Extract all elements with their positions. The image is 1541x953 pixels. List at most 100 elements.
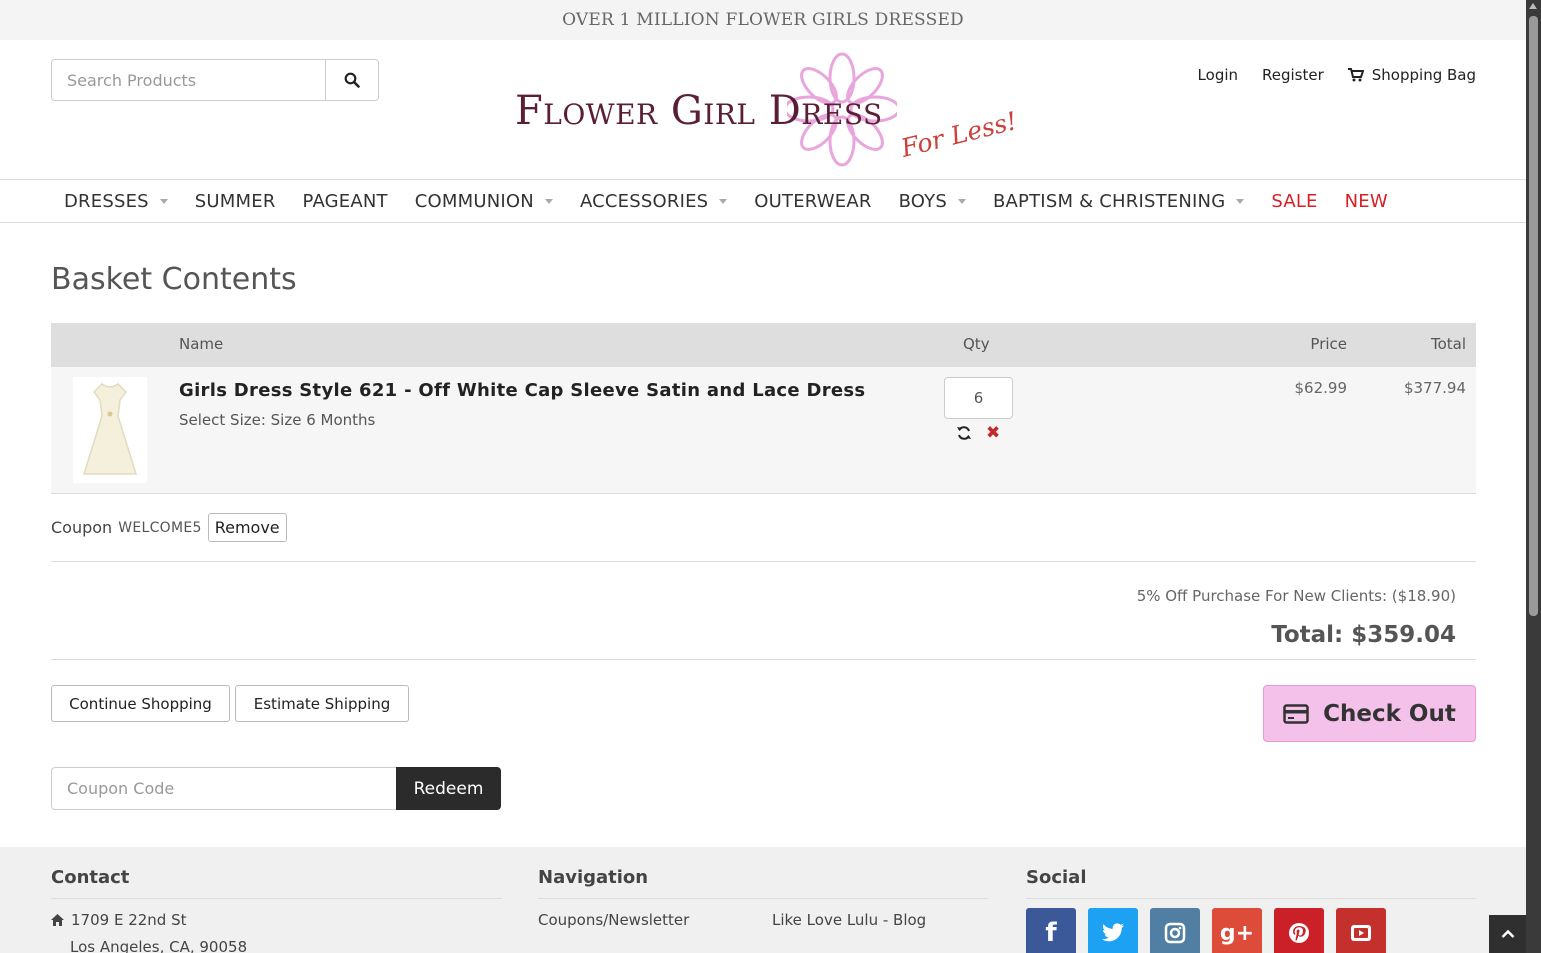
chevron-up-icon	[1501, 929, 1514, 938]
discount-line: 5% Off Purchase For New Clients: ($18.90…	[1136, 587, 1456, 605]
divider	[51, 561, 1476, 562]
login-link[interactable]: Login	[1198, 66, 1238, 84]
product-thumbnail[interactable]	[73, 377, 147, 483]
table-row: Girls Dress Style 621 - Off White Cap Sl…	[51, 367, 1476, 494]
table-header: Name Qty Price Total	[51, 323, 1476, 367]
nav-label: BOYS	[898, 190, 947, 212]
instagram-glyph	[1164, 922, 1186, 944]
nav-label: ACCESSORIES	[579, 190, 709, 212]
nav-item-new[interactable]: NEW	[1345, 191, 1388, 212]
footer: Contact 1709 E 22nd St Los Angeles, CA, …	[0, 847, 1526, 953]
grand-total: Total: $359.04	[1271, 622, 1456, 648]
site-logo[interactable]: Flower Girl Dress For Less!	[515, 52, 1020, 167]
scroll-up-arrow-icon[interactable]	[1529, 3, 1537, 9]
quantity-input[interactable]	[944, 377, 1013, 419]
google-plus-icon[interactable]: g+	[1212, 908, 1262, 953]
product-name[interactable]: Girls Dress Style 621 - Off White Cap Sl…	[179, 380, 865, 401]
column-price: Price	[1310, 335, 1347, 353]
footer-social: Social f g+	[1026, 867, 1476, 953]
nav-label: SUMMER	[194, 190, 276, 212]
nav-label: BAPTISM & CHRISTENING	[993, 190, 1226, 212]
nav-item-boys[interactable]: BOYS	[899, 191, 966, 212]
nav-item-dresses[interactable]: DRESSES	[64, 191, 168, 212]
nav-label: PAGEANT	[302, 190, 388, 212]
caret-down-icon	[1236, 198, 1245, 204]
address-city: Los Angeles, CA, 90058	[70, 938, 248, 953]
facebook-icon[interactable]: f	[1026, 908, 1076, 953]
header-links: Login Register Shopping Bag	[1198, 66, 1476, 84]
divider	[51, 659, 1476, 660]
nav-label: DRESSES	[64, 190, 149, 212]
column-total: Total	[1430, 335, 1466, 353]
footer-link-blog[interactable]: Like Love Lulu - Blog	[772, 911, 926, 929]
scrollbar-thumb[interactable]	[1529, 16, 1538, 616]
home-icon	[51, 914, 64, 926]
coupon-code: WELCOME5	[118, 519, 202, 536]
basket-table: Name Qty Price Total Girls Dress Style 6…	[51, 323, 1476, 494]
twitter-icon[interactable]	[1088, 908, 1138, 953]
redeem-button[interactable]: Redeem	[396, 767, 501, 810]
social-icons: f g+	[1026, 908, 1386, 953]
coupon-label: Coupon	[51, 518, 113, 537]
shopping-bag-link[interactable]: Shopping Bag	[1347, 66, 1476, 84]
footer-navigation: Navigation Coupons/Newsletter Like Love …	[538, 867, 988, 929]
dress-image	[82, 383, 138, 475]
nav-item-baptism[interactable]: BAPTISM & CHRISTENING	[993, 190, 1245, 212]
nav-label: SALE	[1271, 190, 1318, 212]
search-input[interactable]	[52, 60, 326, 100]
credit-card-icon	[1283, 703, 1309, 724]
checkout-button[interactable]: Check Out	[1263, 685, 1476, 742]
twitter-bird-glyph	[1102, 923, 1124, 942]
footer-heading: Navigation	[538, 867, 988, 899]
nav-item-summer[interactable]: SUMMER	[195, 191, 276, 212]
coupon-code-input[interactable]	[51, 767, 396, 810]
search-button[interactable]	[325, 60, 378, 100]
cart-icon	[1347, 68, 1364, 82]
checkout-label: Check Out	[1323, 700, 1456, 727]
nav-item-outerwear[interactable]: OUTERWEAR	[754, 191, 871, 212]
address-line: 1709 E 22nd St	[51, 911, 186, 929]
footer-heading: Contact	[51, 867, 502, 899]
remove-coupon-button[interactable]: Remove	[207, 513, 287, 542]
main-nav: DRESSES SUMMER PAGEANT COMMUNION ACCESSO…	[0, 179, 1526, 223]
estimate-shipping-button[interactable]: Estimate Shipping	[235, 685, 409, 722]
instagram-icon[interactable]	[1150, 908, 1200, 953]
page: OVER 1 MILLION FLOWER GIRLS DRESSED Sear…	[0, 0, 1526, 953]
page-scrollbar[interactable]	[1526, 0, 1541, 953]
nav-label: OUTERWEAR	[754, 190, 872, 212]
shopping-bag-label: Shopping Bag	[1371, 66, 1476, 84]
item-price: $62.99	[1294, 379, 1348, 397]
nav-label: COMMUNION	[414, 190, 534, 212]
product-option: Select Size: Size 6 Months	[179, 411, 376, 429]
search-form	[51, 59, 379, 101]
youtube-glyph	[1351, 925, 1371, 941]
applied-coupon: Coupon WELCOME5 Remove	[51, 513, 287, 542]
logo-text: Flower Girl Dress	[515, 88, 883, 134]
nav-item-accessories[interactable]: ACCESSORIES	[579, 190, 728, 212]
refresh-icon[interactable]	[956, 425, 972, 441]
caret-down-icon	[958, 198, 966, 204]
column-name: Name	[179, 335, 224, 353]
address-street: 1709 E 22nd St	[71, 911, 187, 929]
nav-item-communion[interactable]: COMMUNION	[415, 191, 553, 212]
register-link[interactable]: Register	[1262, 66, 1324, 84]
footer-contact: Contact 1709 E 22nd St Los Angeles, CA, …	[51, 867, 502, 953]
footer-heading: Social	[1026, 867, 1476, 899]
search-icon	[344, 72, 360, 88]
nav-item-sale[interactable]: SALE	[1271, 191, 1317, 212]
footer-link-coupons[interactable]: Coupons/Newsletter	[538, 911, 689, 929]
caret-down-icon	[159, 198, 168, 204]
nav-item-pageant[interactable]: PAGEANT	[303, 191, 388, 212]
caret-down-icon	[544, 198, 553, 204]
remove-item-icon[interactable]: ✖	[986, 425, 1000, 442]
column-qty: Qty	[963, 335, 990, 353]
back-to-top-button[interactable]	[1489, 915, 1526, 953]
caret-down-icon	[719, 198, 728, 204]
pinterest-glyph	[1289, 923, 1309, 943]
youtube-icon[interactable]	[1336, 908, 1386, 953]
item-total: $377.94	[1403, 379, 1466, 397]
pinterest-icon[interactable]	[1274, 908, 1324, 953]
announcement-bar: OVER 1 MILLION FLOWER GIRLS DRESSED	[0, 0, 1526, 40]
coupon-form: Redeem	[51, 767, 501, 810]
continue-shopping-button[interactable]: Continue Shopping	[51, 685, 230, 722]
